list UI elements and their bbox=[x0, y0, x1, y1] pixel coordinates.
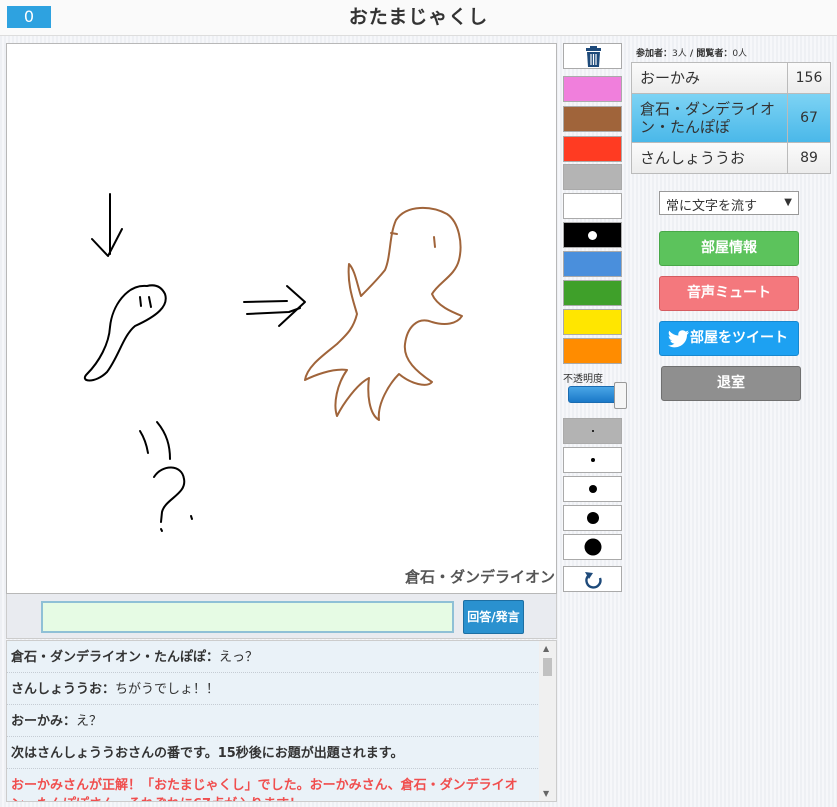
answer-input[interactable] bbox=[41, 601, 454, 633]
chat-line: おーかみ：え？ bbox=[7, 705, 538, 737]
opacity-label: 不透明度 bbox=[563, 374, 603, 385]
scroll-down-icon[interactable]: ▼ bbox=[543, 789, 549, 798]
trash-icon bbox=[586, 46, 601, 67]
clear-canvas-button[interactable] bbox=[563, 43, 622, 69]
drawing-strokes bbox=[84, 193, 463, 532]
player-row: おーかみ 156 bbox=[632, 63, 830, 94]
participants-count: 3人 bbox=[672, 49, 687, 59]
chat-speaker: おーかみ： bbox=[11, 714, 77, 729]
correct-message-text: おーかみさんが正解！「おたまじゃくし」でした。おーかみさん、倉石・ダンデライオン… bbox=[11, 778, 518, 801]
player-score: 67 bbox=[787, 94, 830, 142]
room-stats: 参加者：3人 / 閲覧者：0人 bbox=[636, 46, 747, 59]
chat-message: ちがうでしょ！！ bbox=[115, 682, 220, 697]
header-bar: 0 おたまじゃくし bbox=[0, 0, 837, 36]
color-swatch[interactable] bbox=[563, 251, 622, 277]
player-row-active: 倉石・ダンデライオン・たんぽぽ 67 bbox=[632, 94, 830, 143]
color-swatch[interactable] bbox=[563, 164, 622, 190]
mute-button[interactable]: 音声ミュート bbox=[659, 276, 799, 311]
viewers-label: 閲覧者： bbox=[696, 49, 733, 59]
scroll-up-icon[interactable]: ▲ bbox=[543, 644, 549, 653]
pen-dot-icon bbox=[588, 485, 597, 493]
pen-dot-icon bbox=[584, 538, 601, 556]
player-name: さんしょううお bbox=[640, 149, 746, 167]
tweet-room-button[interactable]: 部屋をツイート bbox=[659, 321, 799, 356]
page-title: おたまじゃくし bbox=[348, 6, 489, 28]
drawing-canvas[interactable]: 倉石・ダンデライオン bbox=[6, 43, 557, 594]
viewers-count: 0人 bbox=[732, 49, 748, 59]
scroll-mode-select[interactable]: 常に文字を流す ▼ bbox=[659, 191, 799, 215]
pen-dot-icon bbox=[586, 512, 599, 524]
color-swatch[interactable] bbox=[563, 280, 622, 306]
chat-message: えっ？ bbox=[219, 650, 259, 665]
pen-size-option[interactable] bbox=[563, 418, 622, 444]
pen-size-option[interactable] bbox=[563, 534, 622, 560]
color-swatch[interactable] bbox=[563, 193, 622, 219]
player-name: おーかみ bbox=[640, 69, 701, 87]
chat-speaker: さんしょううお： bbox=[11, 682, 116, 697]
participants-label: 参加者： bbox=[636, 49, 673, 59]
chat-line: さんしょううお：ちがうでしょ！！ bbox=[7, 673, 538, 705]
pen-size-option[interactable] bbox=[563, 505, 622, 531]
chat-speaker: 倉石・ダンデライオン・たんぽぽ： bbox=[11, 650, 220, 665]
color-swatch[interactable] bbox=[563, 106, 622, 132]
player-score: 156 bbox=[787, 63, 830, 93]
stats-separator: / bbox=[686, 49, 697, 59]
color-swatch[interactable] bbox=[563, 76, 622, 102]
pen-dot-icon bbox=[591, 430, 594, 432]
opacity-slider-handle[interactable] bbox=[614, 382, 627, 409]
player-score: 89 bbox=[787, 143, 830, 173]
chat-message: え？ bbox=[76, 714, 103, 729]
answer-row: 回答/発言 bbox=[6, 594, 557, 639]
chat-scrollbar[interactable]: ▲ ▼ bbox=[539, 641, 556, 801]
chat-correct-message: おーかみさんが正解！「おたまじゃくし」でした。おーかみさん、倉石・ダンデライオン… bbox=[7, 769, 538, 801]
chat-log: 倉石・ダンデライオン・たんぽぽ：えっ？ さんしょううお：ちがうでしょ！！ おーか… bbox=[6, 640, 557, 802]
color-swatch[interactable] bbox=[563, 222, 622, 248]
pen-size-option[interactable] bbox=[563, 476, 622, 502]
system-message-text: 次はさんしょううおさんの番です。15秒後にお題が出題されます。 bbox=[11, 746, 404, 761]
submit-answer-button[interactable]: 回答/発言 bbox=[463, 600, 524, 634]
leave-room-button[interactable]: 退室 bbox=[661, 366, 801, 401]
pen-size-option[interactable] bbox=[563, 447, 622, 473]
color-swatch[interactable] bbox=[563, 309, 622, 335]
chat-system-message: 次はさんしょううおさんの番です。15秒後にお題が出題されます。 bbox=[7, 737, 538, 769]
pen-dot-icon bbox=[590, 458, 595, 462]
player-list: おーかみ 156 倉石・ダンデライオン・たんぽぽ 67 さんしょううお 89 bbox=[631, 62, 831, 174]
player-name: 倉石・ダンデライオン・たんぽぽ bbox=[640, 100, 776, 136]
twitter-bird-icon bbox=[668, 330, 690, 348]
undo-icon bbox=[585, 572, 602, 589]
scroll-thumb[interactable] bbox=[543, 658, 552, 676]
color-swatch[interactable] bbox=[563, 338, 622, 364]
player-row: さんしょううお 89 bbox=[632, 143, 830, 173]
current-drawer-label: 倉石・ダンデライオン bbox=[404, 568, 555, 586]
scroll-mode-value: 常に文字を流す bbox=[666, 199, 758, 214]
undo-button[interactable] bbox=[563, 566, 622, 592]
color-swatch[interactable] bbox=[563, 136, 622, 162]
chat-line: 倉石・ダンデライオン・たんぽぽ：えっ？ bbox=[7, 641, 538, 673]
chevron-down-icon: ▼ bbox=[784, 197, 792, 208]
room-info-button[interactable]: 部屋情報 bbox=[659, 231, 799, 266]
